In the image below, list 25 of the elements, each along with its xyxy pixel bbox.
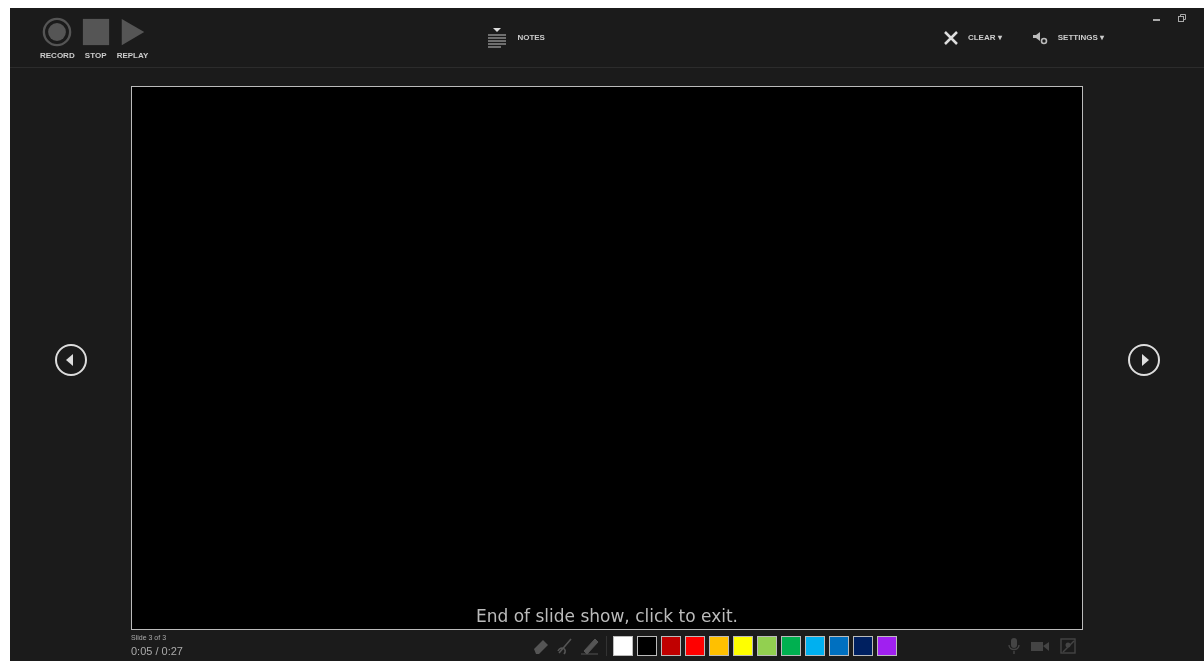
- color-swatch[interactable]: [661, 635, 681, 656]
- end-of-show-message: End of slide show, click to exit.: [475, 606, 739, 626]
- color-swatch[interactable]: [805, 635, 825, 656]
- replay-button[interactable]: REPLAY: [116, 17, 149, 60]
- color-swatch[interactable]: [637, 635, 657, 656]
- next-slide-button[interactable]: [1126, 342, 1161, 377]
- color-swatch[interactable]: [733, 635, 753, 656]
- color-swatch[interactable]: [853, 635, 873, 656]
- restore-icon[interactable]: [1178, 14, 1186, 22]
- color-swatch[interactable]: [685, 635, 705, 656]
- close-icon: [943, 30, 958, 45]
- settings-button[interactable]: SETTINGS ▾: [1031, 30, 1104, 45]
- color-swatch[interactable]: [781, 635, 801, 656]
- color-swatch[interactable]: [829, 635, 849, 656]
- speaker-gear-icon: [1031, 30, 1048, 45]
- color-swatch[interactable]: [613, 635, 633, 656]
- color-swatch[interactable]: [877, 635, 897, 656]
- color-swatch[interactable]: [709, 635, 729, 656]
- elapsed-time: 0:05 / 0:27: [131, 645, 184, 657]
- notes-button[interactable]: NOTES: [487, 27, 545, 48]
- notes-icon: [487, 27, 508, 48]
- slide[interactable]: End of slide show, click to exit.: [131, 86, 1083, 630]
- color-swatch[interactable]: [757, 635, 777, 656]
- clear-button[interactable]: CLEAR ▾: [943, 30, 1002, 45]
- previous-slide-button[interactable]: [53, 342, 88, 377]
